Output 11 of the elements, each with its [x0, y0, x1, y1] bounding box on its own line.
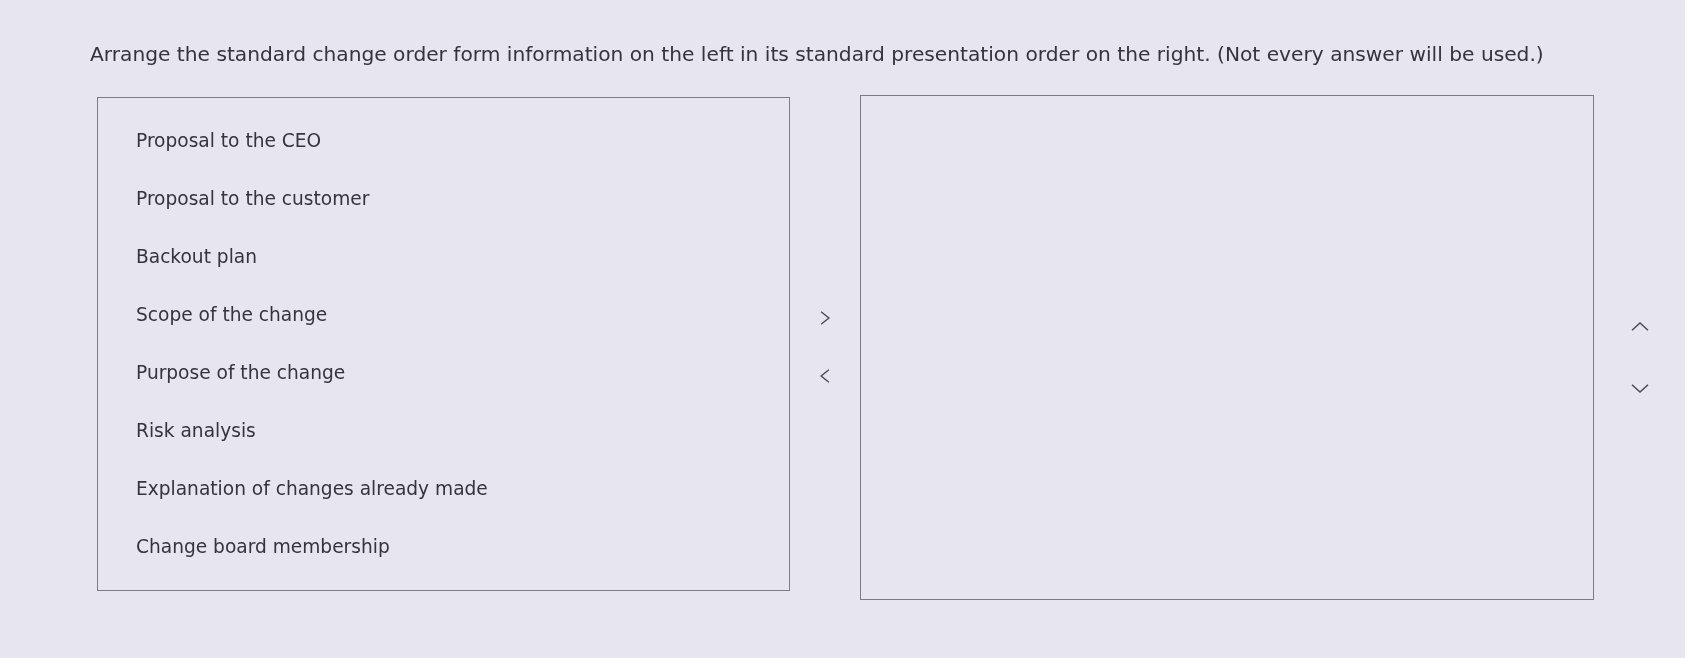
answer-option[interactable]: Purpose of the change — [136, 360, 346, 386]
chevron-right-icon — [818, 308, 832, 328]
answer-option[interactable]: Risk analysis — [136, 418, 256, 444]
answer-option[interactable]: Backout plan — [136, 244, 257, 270]
question-text: Arrange the standard change order form information on the left in its standard presentation order on the right. (Not every answer will be used.) — [90, 41, 1544, 68]
answer-option[interactable]: Proposal to the CEO — [136, 128, 322, 154]
answer-option[interactable]: Scope of the change — [136, 302, 328, 328]
chevron-left-icon — [818, 366, 832, 386]
answer-option[interactable]: Explanation of changes already made — [136, 476, 488, 502]
answer-option[interactable]: Change board membership — [136, 534, 390, 560]
answer-option[interactable]: Proposal to the customer — [136, 186, 370, 212]
